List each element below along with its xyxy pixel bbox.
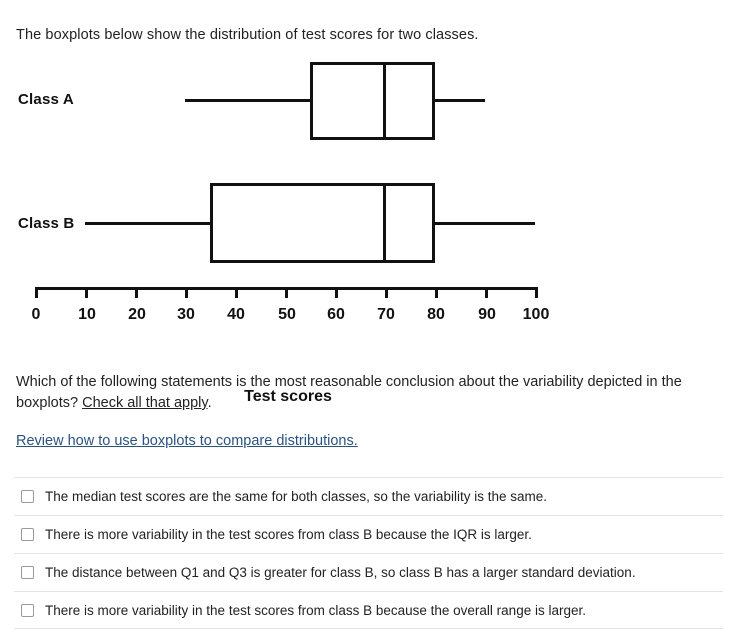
question-text: Which of the following statements is the…: [16, 372, 716, 414]
axis-tick-100: [535, 287, 538, 298]
boxplot-figure: Class A Class B 0 10 20 30 40 50 60 70 8…: [0, 50, 600, 405]
axis-tick-80: [435, 287, 438, 298]
axis-label-50: 50: [278, 306, 296, 323]
axis-label-0: 0: [31, 306, 41, 323]
axis-tick-30: [185, 287, 188, 298]
check-all-that-apply-emphasis: Check all that apply: [82, 395, 208, 411]
axis-label-70: 70: [377, 306, 395, 323]
choice-row-3[interactable]: The distance between Q1 and Q3 is greate…: [14, 553, 723, 591]
choice-row-2[interactable]: There is more variability in the test sc…: [14, 515, 723, 553]
axis-label-90: 90: [478, 306, 496, 323]
axis-tick-0: [35, 287, 38, 298]
answer-choices-list: The median test scores are the same for …: [14, 477, 723, 629]
checkbox-icon-2[interactable]: [21, 528, 34, 541]
class-a-median-line: [383, 62, 386, 140]
class-a-left-whisker: [185, 99, 313, 102]
axis-label-30: 30: [177, 306, 195, 323]
axis-tick-20: [135, 287, 138, 298]
axis-label-60: 60: [327, 306, 345, 323]
checkbox-icon-4[interactable]: [21, 603, 34, 617]
class-b-label: Class B: [18, 215, 75, 232]
axis-label-20: 20: [128, 306, 146, 323]
axis-tick-50: [285, 287, 288, 298]
checkbox-icon-3[interactable]: [21, 566, 34, 579]
axis-tick-10: [85, 287, 88, 298]
axis-label-10: 10: [78, 306, 96, 323]
intro-text: The boxplots below show the distribution…: [16, 27, 479, 43]
class-a-label: Class A: [18, 91, 74, 108]
axis-tick-60: [335, 287, 338, 298]
axis-label-40: 40: [227, 306, 245, 323]
choice-label-2: There is more variability in the test sc…: [45, 527, 532, 542]
class-b-left-whisker: [85, 222, 213, 225]
class-b-median-line: [383, 183, 386, 263]
class-a-box: [310, 62, 435, 140]
choice-label-4: There is more variability in the test sc…: [45, 602, 586, 618]
axis-label-80: 80: [427, 306, 445, 323]
choice-row-1[interactable]: The median test scores are the same for …: [14, 477, 723, 515]
choice-label-3: The distance between Q1 and Q3 is greate…: [45, 565, 636, 580]
axis-label-100: 100: [522, 306, 550, 323]
class-b-box: [210, 183, 435, 263]
review-boxplots-link[interactable]: Review how to use boxplots to compare di…: [16, 433, 358, 449]
checkbox-icon-1[interactable]: [21, 490, 34, 503]
class-b-right-whisker: [433, 222, 535, 225]
class-a-right-whisker: [433, 99, 485, 102]
choice-label-1: The median test scores are the same for …: [45, 489, 547, 504]
choice-row-4[interactable]: There is more variability in the test sc…: [14, 591, 723, 629]
axis-tick-70: [385, 287, 388, 298]
axis-tick-40: [235, 287, 238, 298]
axis-tick-90: [485, 287, 488, 298]
question-part-2: .: [207, 395, 212, 411]
